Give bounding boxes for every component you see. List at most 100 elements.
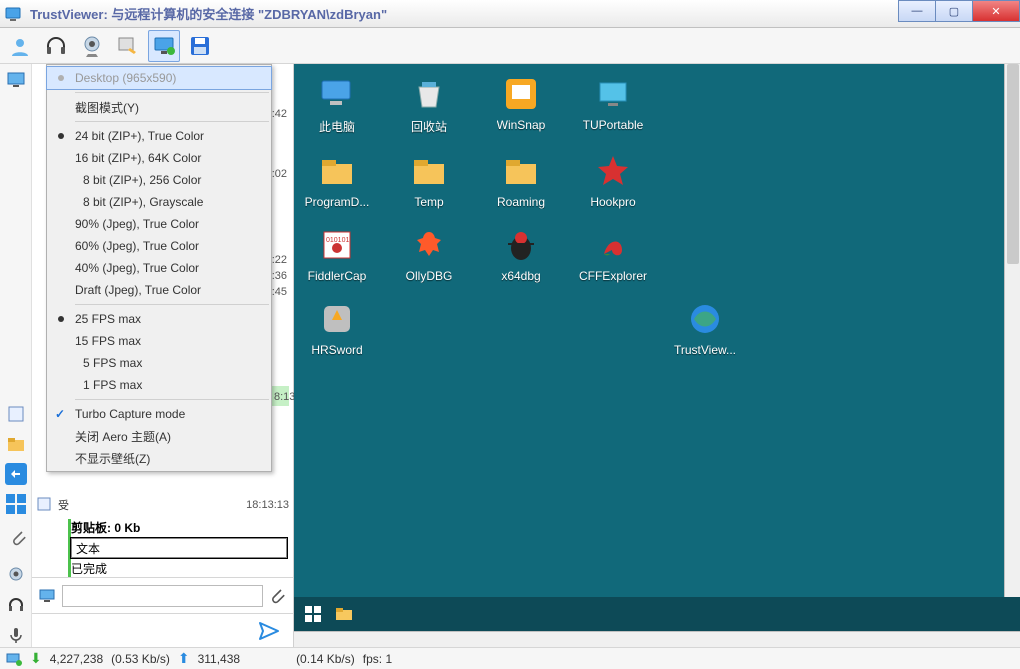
chat-input[interactable] [62,585,263,607]
download-rate: (0.53 Kb/s) [111,652,170,666]
menu-jpeg-40[interactable]: 40% (Jpeg), True Color [47,257,271,279]
download-bytes: 4,227,238 [50,652,103,666]
desktop-fiddlercap-icon[interactable]: 010101 FiddlerCap [300,225,374,283]
desktop-icon-label: FiddlerCap [308,269,367,283]
menu-disable-aero[interactable]: 关闭 Aero 主题(A) [47,425,271,447]
desktop-cffexplorer-icon[interactable]: CFFExplorer [576,225,650,283]
history-time: 8:13:04 [271,386,289,406]
tuportable-icon [593,74,633,114]
app-icon [4,4,24,24]
fps-label: fps: 1 [363,652,392,666]
apps-side-icon[interactable] [4,492,28,516]
trustview-icon [685,299,725,339]
remote-taskbar[interactable] [294,597,1020,631]
desktop-pc-icon[interactable]: 此电脑 [300,74,374,135]
desktop-icon-label: Roaming [497,195,545,209]
pc-icon [317,74,357,114]
menu-fps-5[interactable]: 5 FPS max [47,352,271,374]
desktop-winsnap-icon[interactable]: WinSnap [484,74,558,135]
desktop-icon-label: x64dbg [501,269,540,283]
desktop-icon-label: WinSnap [497,118,546,132]
upload-rate: (0.14 Kb/s) [296,652,355,666]
chat-input-row [32,577,293,613]
desktop-temp-icon[interactable]: Temp [392,151,466,209]
menu-fps-15[interactable]: 15 FPS max [47,330,271,352]
menu-jpeg-draft[interactable]: Draft (Jpeg), True Color [47,279,271,301]
webcam-small-icon[interactable] [4,563,28,587]
remote-desktop-pane: 此电脑回收站 WinSnap TUPortable ProgramD... Temp Ro… [294,64,1020,647]
explorer-taskbar-icon[interactable] [334,603,356,625]
svg-text:010101: 010101 [326,237,349,244]
connection-status-icon [6,651,22,667]
desktop-programd-icon[interactable]: ProgramD... [300,151,374,209]
desktop-icon-label: CFFExplorer [579,269,647,283]
menu-fps-1[interactable]: 1 FPS max [47,374,271,396]
desktop-trustview-icon[interactable]: TrustView... [668,299,742,357]
menu-capture-mode[interactable]: 截图模式(Y) [47,96,271,118]
ollydbg-icon [409,225,449,265]
clipboard-box: 剪贴板: 0 Kb 已完成 [68,519,287,577]
file-side-icon[interactable] [4,402,28,426]
cffexplorer-icon [593,225,633,265]
left-sidebar [0,64,32,647]
remote-desktop-tool-icon[interactable] [148,30,180,62]
file-small-icon [36,496,54,514]
mic-small-icon[interactable] [4,623,28,647]
sync-side-icon[interactable] [4,462,28,486]
fiddlercap-icon: 010101 [317,225,357,265]
desktop-icon-label: TrustView... [674,343,736,357]
menu-jpeg-90[interactable]: 90% (Jpeg), True Color [47,213,271,235]
folder-side-icon[interactable] [4,432,28,456]
title-bar: TrustViewer: 与远程计算机的安全连接 "ZDBRYAN\zdBrya… [0,0,1020,28]
desktop-hrsword-icon[interactable]: HRSword [300,299,374,357]
menu-desktop[interactable]: Desktop (965x590) [47,67,271,89]
webcam-tool-icon[interactable] [76,30,108,62]
desktop-icon-label: OllyDBG [406,269,453,283]
minimize-button[interactable]: — [898,0,936,22]
desktop-tuportable-icon[interactable]: TUPortable [576,74,650,135]
maximize-button[interactable]: ▢ [935,0,973,22]
menu-jpeg-60[interactable]: 60% (Jpeg), True Color [47,235,271,257]
programd-icon [317,151,357,191]
display-settings-menu: Desktop (965x590) 截图模式(Y) 24 bit (ZIP+),… [46,64,272,472]
menu-color-24bit[interactable]: 24 bit (ZIP+), True Color [47,125,271,147]
desktop-hookpro-icon[interactable]: Hookpro [576,151,650,209]
roaming-icon [501,151,541,191]
file-transfer-tool-icon[interactable] [112,30,144,62]
history-label: 受 [58,497,69,513]
desktop-icon-label: Temp [414,195,443,209]
clipboard-header: 剪贴板: 0 Kb [71,519,287,536]
account-tool-icon[interactable] [4,30,36,62]
menu-color-8bit-gray[interactable]: 8 bit (ZIP+), Grayscale [47,191,271,213]
menu-color-8bit[interactable]: 8 bit (ZIP+), 256 Color [47,169,271,191]
menu-turbo-capture[interactable]: Turbo Capture mode [47,403,271,425]
close-button[interactable]: ✕ [972,0,1020,22]
clipboard-status: 已完成 [71,560,287,577]
start-button-icon[interactable] [300,601,326,627]
main-toolbar [0,28,1020,64]
paperclip-icon [10,529,28,531]
desktop-x64dbg-icon[interactable]: x64dbg [484,225,558,283]
clipboard-text-input[interactable] [71,538,287,558]
remote-screen[interactable]: 此电脑回收站 WinSnap TUPortable ProgramD... Temp Ro… [294,64,1004,597]
desktop-recycle-icon[interactable]: 回收站 [392,74,466,135]
menu-hide-wallpaper[interactable]: 不显示壁纸(Z) [47,447,271,469]
vertical-scrollbar[interactable] [1004,64,1020,597]
headset-small-icon[interactable] [4,593,28,617]
history-row: 受 18:13:13 [32,495,293,515]
x64dbg-icon [501,225,541,265]
desktop-ollydbg-icon[interactable]: OllyDBG [392,225,466,283]
save-tool-icon[interactable] [184,30,216,62]
desktop-icon-label: 回收站 [411,118,447,135]
hrsword-icon [317,299,357,339]
monitor-tiny-icon [38,587,56,605]
monitor-side-icon[interactable] [4,68,28,92]
desktop-roaming-icon[interactable]: Roaming [484,151,558,209]
menu-color-16bit[interactable]: 16 bit (ZIP+), 64K Color [47,147,271,169]
send-icon[interactable] [257,619,281,643]
menu-fps-25[interactable]: 25 FPS max [47,308,271,330]
recycle-icon [409,74,449,114]
attach-icon[interactable] [269,587,287,605]
headset-tool-icon[interactable] [40,30,72,62]
horizontal-scrollbar[interactable] [294,631,1020,647]
